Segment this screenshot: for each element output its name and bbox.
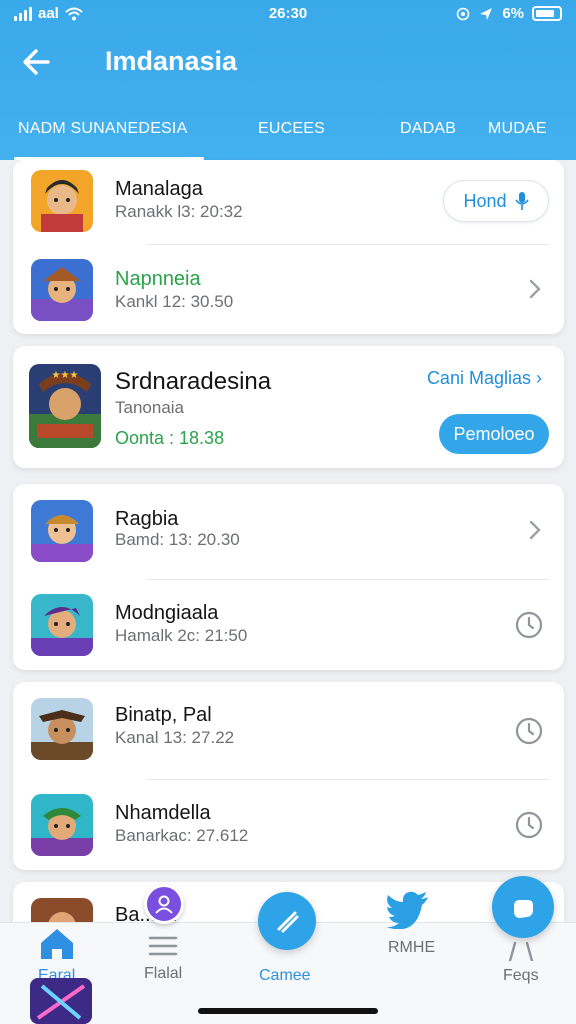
list-card: Manalaga Ranakk l3: 20:32 Hond Napnneia … <box>13 160 564 334</box>
chevron-right-icon: › <box>536 368 542 388</box>
item-title: Binatp, Pal <box>115 704 212 726</box>
battery-percent: 6% <box>502 5 524 22</box>
bird-icon[interactable] <box>386 891 430 929</box>
nav-label-compose[interactable]: Camee <box>259 967 311 985</box>
profile-avatar-button[interactable] <box>144 884 184 924</box>
item-meta: Bamd: 13: 20.30 <box>115 530 240 549</box>
item-title: Nhamdella <box>115 802 211 824</box>
tab-mudae[interactable]: MUDAE <box>488 120 547 138</box>
list-item[interactable]: Modngiaala Hamalk 2c: 21:50 <box>13 580 564 670</box>
person-icon[interactable] <box>506 941 536 961</box>
menu-icon[interactable] <box>148 935 178 957</box>
status-bar: aal 26:30 6% <box>0 0 576 30</box>
floating-action-button[interactable] <box>492 876 554 938</box>
battery-icon <box>532 6 562 21</box>
hand-icon <box>514 900 533 918</box>
page-title: Imdanasia <box>105 46 238 76</box>
game-avatar-image <box>31 698 93 760</box>
list-card: Ragbia Bamd: 13: 20.30 Modngiaala Hamalk… <box>13 484 564 670</box>
tab-sunanedesia[interactable]: NADM SUNANEDESIA <box>18 120 187 138</box>
clock-icon[interactable] <box>514 610 544 640</box>
list-item[interactable]: Binatp, Pal Kanal 13: 27.22 <box>13 682 564 772</box>
app-thumbnail-image <box>30 978 92 1024</box>
item-meta: Kanal 13: 27.22 <box>115 728 235 747</box>
compose-button[interactable] <box>258 892 316 950</box>
chevron-right-icon[interactable] <box>528 278 542 300</box>
tab-eucees[interactable]: EUCEES <box>258 120 325 138</box>
featured-game-image: ★★★ <box>29 364 101 448</box>
list-item[interactable]: Nhamdella Banarkac: 27.612 <box>13 780 564 870</box>
svg-text:★★★: ★★★ <box>52 370 79 381</box>
game-avatar-image <box>31 500 93 562</box>
featured-action-button[interactable]: Pemoloeo <box>439 414 549 454</box>
nav-label-social[interactable]: RMHE <box>388 939 435 957</box>
nav-label-profile[interactable]: Feqs <box>503 967 539 985</box>
list-item[interactable]: Napnneia Kankl 12: 30.50 <box>13 246 564 336</box>
clock-icon[interactable] <box>514 716 544 746</box>
item-meta: Hamalk 2c: 21:50 <box>115 626 248 645</box>
featured-subtitle: Tanonaia <box>115 398 185 417</box>
home-icon[interactable] <box>38 927 76 961</box>
divider <box>148 244 550 245</box>
back-arrow-icon[interactable] <box>18 42 58 82</box>
item-meta: Ranakk l3: 20:32 <box>115 202 243 221</box>
tab-bar: NADM SUNANEDESIA EUCEES DADAB MUDAE <box>0 110 576 160</box>
home-indicator[interactable] <box>198 1008 378 1014</box>
featured-link[interactable]: Cani Maglias › <box>427 368 542 389</box>
item-title: Ragbia <box>115 508 179 530</box>
list-item[interactable]: Ragbia Bamd: 13: 20.30 <box>13 484 564 574</box>
list-card: Binatp, Pal Kanal 13: 27.22 Nhamdella Ba… <box>13 682 564 870</box>
game-avatar-image <box>31 259 93 321</box>
game-avatar-image <box>31 794 93 856</box>
app-header: aal 26:30 6% Imdanasia NADM SUNANEDESIA … <box>0 0 576 160</box>
item-title: Manalaga <box>115 178 203 200</box>
item-meta: Banarkac: 27.612 <box>115 826 249 845</box>
clock-icon[interactable] <box>514 810 544 840</box>
user-icon <box>155 895 173 914</box>
microphone-icon <box>514 192 529 210</box>
location-icon <box>480 7 493 20</box>
game-avatar-image <box>31 594 93 656</box>
featured-link-label: Cani Maglias <box>426 368 531 388</box>
hond-button-label: Hond <box>463 190 507 211</box>
game-avatar-image <box>31 170 93 232</box>
alarm-icon <box>457 7 470 20</box>
item-title: Modngiaala <box>115 602 219 624</box>
list-item[interactable]: Manalaga Ranakk l3: 20:32 Hond <box>13 160 564 250</box>
tab-dadab[interactable]: DADAB <box>400 120 456 138</box>
hond-button[interactable]: Hond <box>443 180 549 222</box>
featured-card[interactable]: ★★★ Srdnaradesina Tanonaia Oonta : 18.38… <box>13 346 564 468</box>
item-title: Napnneia <box>115 268 201 290</box>
chevron-right-icon[interactable] <box>528 519 542 541</box>
pen-icon <box>277 911 299 933</box>
featured-meta: Oonta : 18.38 <box>115 428 225 448</box>
featured-title: Srdnaradesina <box>115 368 272 395</box>
item-meta: Kankl 12: 30.50 <box>115 292 234 311</box>
nav-label-menu[interactable]: Flalal <box>144 965 182 983</box>
